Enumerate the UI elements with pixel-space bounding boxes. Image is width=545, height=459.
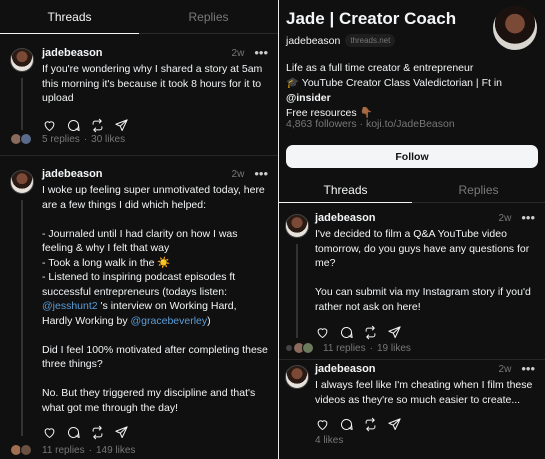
share-icon[interactable] bbox=[114, 118, 129, 133]
thread-post: jadebeason 2w ••• I've decided to film a… bbox=[279, 211, 545, 340]
mini-avatar bbox=[20, 133, 32, 145]
post-text: If you're wondering why I shared a story… bbox=[42, 63, 263, 104]
post-timestamp: 2w bbox=[231, 168, 245, 180]
thread-post: jadebeason 2w ••• If you're wondering wh… bbox=[0, 46, 278, 133]
post-timestamp: 2w bbox=[498, 212, 512, 224]
divider bbox=[279, 359, 545, 360]
threads-badge[interactable]: threads.net bbox=[345, 34, 396, 47]
share-icon[interactable] bbox=[387, 325, 402, 340]
bio-line: 🎓 YouTube Creator Class Valedictorian | … bbox=[286, 76, 541, 106]
heart-icon[interactable] bbox=[315, 417, 330, 432]
profile-tabs: Threads Replies bbox=[0, 0, 278, 34]
more-icon[interactable]: ••• bbox=[254, 167, 268, 180]
mini-avatar bbox=[302, 342, 314, 354]
like-count[interactable]: 4 likes bbox=[315, 435, 343, 446]
post-actions bbox=[42, 425, 268, 440]
post-paragraph: No. But they triggered my discipline and… bbox=[42, 387, 256, 414]
repost-icon[interactable] bbox=[363, 325, 378, 340]
comment-icon[interactable] bbox=[66, 425, 81, 440]
profile-bio: Life as a full time creator & entreprene… bbox=[286, 61, 541, 121]
mention-link[interactable]: @gracebeverley bbox=[131, 315, 208, 327]
comment-icon[interactable] bbox=[339, 325, 354, 340]
mini-avatar bbox=[20, 444, 32, 456]
tab-replies[interactable]: Replies bbox=[139, 0, 278, 34]
post-username[interactable]: jadebeason bbox=[42, 168, 103, 180]
repost-icon[interactable] bbox=[90, 118, 105, 133]
post-timestamp: 2w bbox=[498, 363, 512, 375]
post-stats: 4 likes bbox=[279, 433, 545, 447]
heart-icon[interactable] bbox=[42, 118, 57, 133]
share-icon[interactable] bbox=[387, 417, 402, 432]
reply-avatars bbox=[285, 342, 317, 354]
left-profile-panel: Threads Replies jadebeason 2w ••• If you… bbox=[0, 0, 278, 459]
heart-icon[interactable] bbox=[42, 425, 57, 440]
reply-count[interactable]: 11 replies bbox=[42, 445, 85, 456]
bio-text: 🎓 YouTube Creator Class Valedictorian | … bbox=[286, 77, 502, 89]
comment-icon[interactable] bbox=[66, 118, 81, 133]
mini-avatar bbox=[285, 344, 293, 352]
post-paragraph: - Took a long walk in the ☀️ bbox=[42, 256, 171, 269]
repost-icon[interactable] bbox=[363, 417, 378, 432]
repost-icon[interactable] bbox=[90, 425, 105, 440]
comment-icon[interactable] bbox=[339, 417, 354, 432]
post-paragraph: Did I feel 100% motivated after completi… bbox=[42, 343, 268, 371]
stat-separator: · bbox=[83, 133, 88, 145]
share-icon[interactable] bbox=[114, 425, 129, 440]
post-timestamp: 2w bbox=[231, 47, 245, 59]
post-actions bbox=[315, 325, 535, 340]
like-count[interactable]: 30 likes bbox=[91, 134, 125, 145]
bio-line: Life as a full time creator & entreprene… bbox=[286, 62, 474, 74]
followers-link[interactable]: 4,863 followers · koji.to/JadeBeason bbox=[286, 118, 455, 130]
post-text-segment: ) bbox=[207, 314, 211, 327]
reply-avatars bbox=[10, 444, 36, 456]
tab-threads[interactable]: Threads bbox=[279, 177, 412, 203]
more-icon[interactable]: ••• bbox=[521, 211, 535, 224]
reply-count[interactable]: 5 replies bbox=[42, 134, 80, 145]
follow-button[interactable]: Follow bbox=[286, 145, 538, 168]
post-text: I always feel like I'm cheating when I f… bbox=[315, 379, 533, 406]
post-username[interactable]: jadebeason bbox=[315, 212, 376, 224]
post-actions bbox=[42, 118, 268, 133]
right-profile-panel: Jade | Creator Coach jadebeason threads.… bbox=[279, 0, 545, 459]
post-username[interactable]: jadebeason bbox=[42, 47, 103, 59]
like-count[interactable]: 149 likes bbox=[96, 445, 135, 456]
tab-replies[interactable]: Replies bbox=[412, 177, 545, 203]
profile-avatar[interactable] bbox=[493, 6, 537, 50]
post-paragraph: - Journaled until I had clarity on how I… bbox=[42, 227, 238, 255]
post-username[interactable]: jadebeason bbox=[315, 363, 376, 375]
post-text: I woke up feeling super unmotivated toda… bbox=[42, 183, 268, 415]
post-actions bbox=[315, 417, 535, 432]
profile-name: Jade | Creator Coach bbox=[286, 9, 457, 28]
more-icon[interactable]: ••• bbox=[521, 362, 535, 375]
profile-tabs: Threads Replies bbox=[279, 177, 545, 203]
post-paragraph: - Listened to inspiring podcast episodes… bbox=[42, 270, 268, 328]
stat-separator: · bbox=[88, 444, 92, 456]
mention-link[interactable]: @jesshunt2 bbox=[42, 300, 98, 312]
reply-avatars bbox=[10, 133, 36, 145]
tab-threads[interactable]: Threads bbox=[0, 0, 139, 34]
post-text: I've decided to film a Q&A YouTube video… bbox=[315, 228, 531, 313]
reply-count[interactable]: 11 replies bbox=[323, 343, 366, 354]
post-stats: 11 replies · 149 likes bbox=[0, 443, 278, 457]
post-text-segment: - Listened to inspiring podcast episodes… bbox=[42, 271, 236, 298]
thread-post: jadebeason 2w ••• I always feel like I'm… bbox=[279, 362, 545, 432]
like-count[interactable]: 19 likes bbox=[377, 343, 411, 354]
more-icon[interactable]: ••• bbox=[254, 46, 268, 59]
profile-handle: jadebeason bbox=[286, 34, 341, 47]
divider bbox=[0, 155, 278, 156]
post-stats: 11 replies · 19 likes bbox=[279, 341, 545, 355]
heart-icon[interactable] bbox=[315, 325, 330, 340]
thread-post: jadebeason 2w ••• I woke up feeling supe… bbox=[0, 167, 278, 440]
bio-mention-link[interactable]: @insider bbox=[286, 92, 331, 104]
stat-separator: · bbox=[369, 342, 373, 354]
profile-handle-row: jadebeason threads.net bbox=[286, 34, 396, 47]
post-paragraph: I woke up feeling super unmotivated toda… bbox=[42, 184, 265, 211]
post-stats: 5 replies · 30 likes bbox=[0, 132, 278, 146]
